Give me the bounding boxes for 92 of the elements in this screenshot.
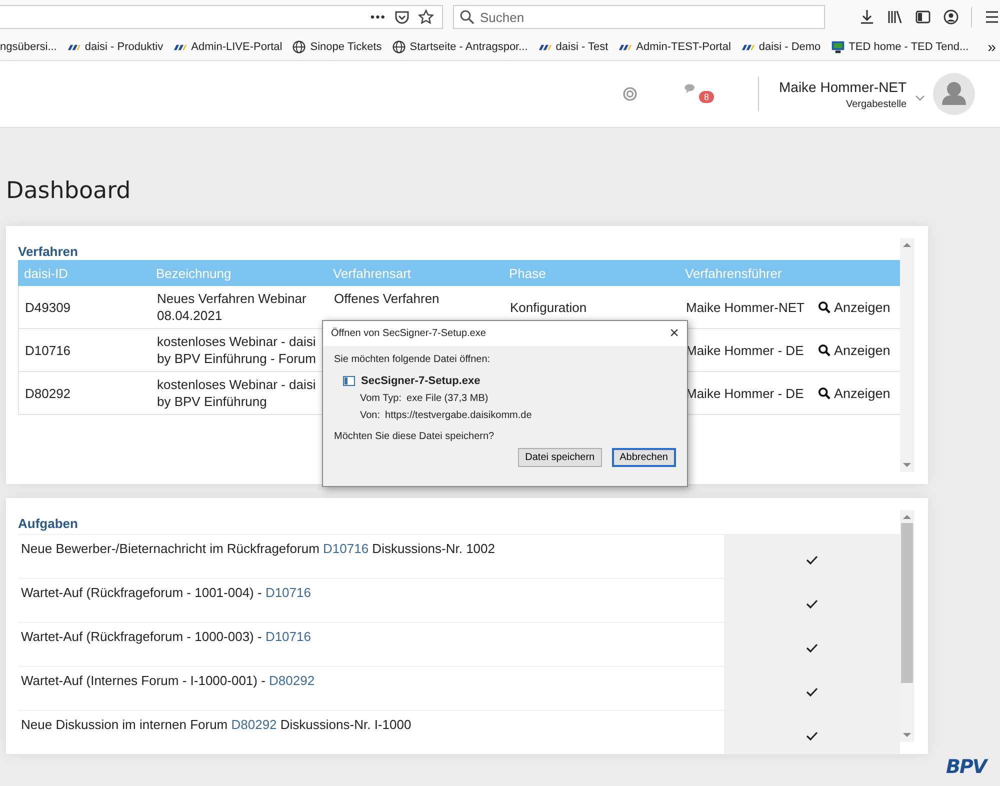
- task-text: Neue Bewerber-/Bieternachricht im Rückfrageforum D10716 Diskussions-Nr. 1002: [20, 540, 496, 558]
- procedure-link[interactable]: D10716: [323, 541, 369, 556]
- view-link[interactable]: Anzeigen: [812, 298, 900, 316]
- field-value: exe File (37,3 MB): [406, 393, 488, 404]
- dialog-button[interactable]: Datei speichern: [518, 448, 602, 467]
- page-title: Dashboard: [6, 178, 132, 204]
- check-icon[interactable]: [806, 554, 818, 564]
- lifebuoy-icon[interactable]: [622, 86, 638, 102]
- column-header: Bezeichnung: [155, 266, 232, 280]
- table-cell-text: Maike Hommer-NET: [685, 298, 806, 316]
- bookmark-item[interactable]: daisi - Produktiv: [66, 41, 164, 53]
- bookmark-item[interactable]: Sinope Tickets: [292, 40, 382, 54]
- logo-icon: [173, 42, 188, 52]
- check-icon[interactable]: [806, 642, 818, 652]
- table-cell-text: kostenloses Webinar - daisi by BPV Einführung - Forum: [156, 333, 317, 367]
- bookmark-item[interactable]: Startseite - Antragspor...: [392, 40, 528, 54]
- logo: BPV: [946, 756, 986, 778]
- task-text: Wartet-Auf (Rückfrageforum - 1000-003) - D10716: [20, 628, 312, 646]
- table-cell-text: D80292: [24, 384, 72, 402]
- file-name: SecSigner-7-Setup.exe: [361, 375, 480, 387]
- logo-icon: [740, 42, 755, 52]
- search-field[interactable]: Suchen: [453, 5, 825, 29]
- search-icon: [459, 9, 475, 25]
- table-cell-text: D49309: [24, 298, 72, 316]
- table-cell-text: Offenes Verfahren: [333, 290, 440, 307]
- globe-icon: [292, 40, 306, 54]
- field-value: https://testvergabe.daisikomm.de: [385, 410, 532, 421]
- view-link[interactable]: Anzeigen: [812, 342, 900, 358]
- dialog-button[interactable]: Abbrechen: [612, 448, 676, 467]
- field-label: Vom Typ:: [360, 393, 402, 404]
- page-actions-button[interactable]: •••: [370, 10, 386, 24]
- file-icon: [343, 376, 355, 386]
- avatar-icon[interactable]: [932, 73, 975, 115]
- table-cell-text: Konfiguration: [509, 298, 588, 316]
- column-header: Verfahrensart: [332, 266, 412, 280]
- section-title: Aufgaben: [18, 515, 79, 533]
- monitor-icon: [830, 40, 845, 54]
- dialog-text: Sie möchten folgende Datei öffnen:: [334, 354, 492, 365]
- table-cell-text: Neues Verfahren Webinar 08.04.2021: [156, 290, 308, 324]
- more-bookmarks-button[interactable]: »: [988, 38, 1000, 56]
- search-icon: [818, 344, 831, 356]
- bookmark-item[interactable]: Admin-TEST-Portal: [618, 41, 731, 53]
- menu-icon[interactable]: [984, 9, 1000, 25]
- column-header: Verfahrensführer: [684, 266, 783, 280]
- user-name[interactable]: Maike Hommer-NET: [779, 78, 907, 94]
- search-icon: [818, 300, 831, 314]
- scroll-up-icon[interactable]: [903, 242, 911, 247]
- check-icon[interactable]: [806, 686, 818, 696]
- scrollbar[interactable]: [900, 510, 914, 742]
- notification-badge: 8: [699, 91, 714, 103]
- task-text: Neue Diskussion im internen Forum D80292 Diskussions-Nr. I-1000: [20, 716, 412, 734]
- bookmark-item[interactable]: Admin-LIVE-Portal: [173, 41, 282, 53]
- field-label: Von:: [360, 410, 380, 421]
- bookmark-item[interactable]: TED home - TED Tend...: [830, 40, 969, 54]
- procedure-link[interactable]: D10716: [265, 629, 311, 644]
- globe-icon: [392, 40, 406, 54]
- pocket-icon[interactable]: [394, 9, 410, 25]
- account-icon[interactable]: [943, 9, 959, 25]
- dialog-title: Öffnen von SecSigner-7-Setup.exe: [331, 328, 486, 339]
- task-text: Wartet-Auf (Rückfrageforum - 1001-004) - D10716: [20, 584, 312, 602]
- logo-icon: [618, 42, 632, 52]
- column-header: daisi-ID: [23, 266, 70, 280]
- scroll-down-icon[interactable]: [903, 733, 911, 738]
- table-cell-text: D10716: [24, 342, 72, 358]
- user-role: Vergabestelle: [846, 98, 907, 110]
- library-icon[interactable]: [887, 9, 903, 25]
- procedure-link[interactable]: D80292: [231, 717, 277, 732]
- scroll-down-icon[interactable]: [903, 463, 911, 468]
- sidebar-icon[interactable]: [915, 9, 931, 25]
- logo-icon: [66, 42, 81, 52]
- view-link[interactable]: Anzeigen: [812, 384, 900, 402]
- chevron-icon[interactable]: [914, 95, 925, 101]
- task-text: Wartet-Auf (Internes Forum - I-1000-001) - D80292: [20, 672, 316, 690]
- bookmark-item[interactable]: daisi - Test: [538, 41, 608, 53]
- bookmark-item[interactable]: ngsübersi...: [0, 41, 57, 53]
- procedure-link[interactable]: D80292: [269, 673, 315, 688]
- dialog-text: Möchten Sie diese Datei speichern?: [334, 431, 496, 442]
- star-icon[interactable]: [418, 9, 434, 25]
- scroll-up-icon[interactable]: [903, 514, 911, 519]
- close-button[interactable]: ×: [670, 324, 679, 342]
- search-icon: [818, 386, 831, 400]
- column-header: Phase: [508, 266, 547, 280]
- scrollbar[interactable]: [900, 238, 914, 472]
- logo-icon: [538, 42, 552, 52]
- check-icon[interactable]: [806, 730, 818, 740]
- table-cell-text: kostenloses Webinar - daisi by BPV Einführung: [156, 376, 317, 410]
- bookmark-item[interactable]: daisi - Demo: [740, 41, 821, 53]
- download-icon[interactable]: [859, 9, 875, 25]
- check-icon[interactable]: [806, 598, 818, 608]
- procedure-link[interactable]: D10716: [265, 585, 311, 600]
- address-bar[interactable]: •••: [0, 5, 443, 29]
- section-title: Verfahren: [18, 243, 79, 260]
